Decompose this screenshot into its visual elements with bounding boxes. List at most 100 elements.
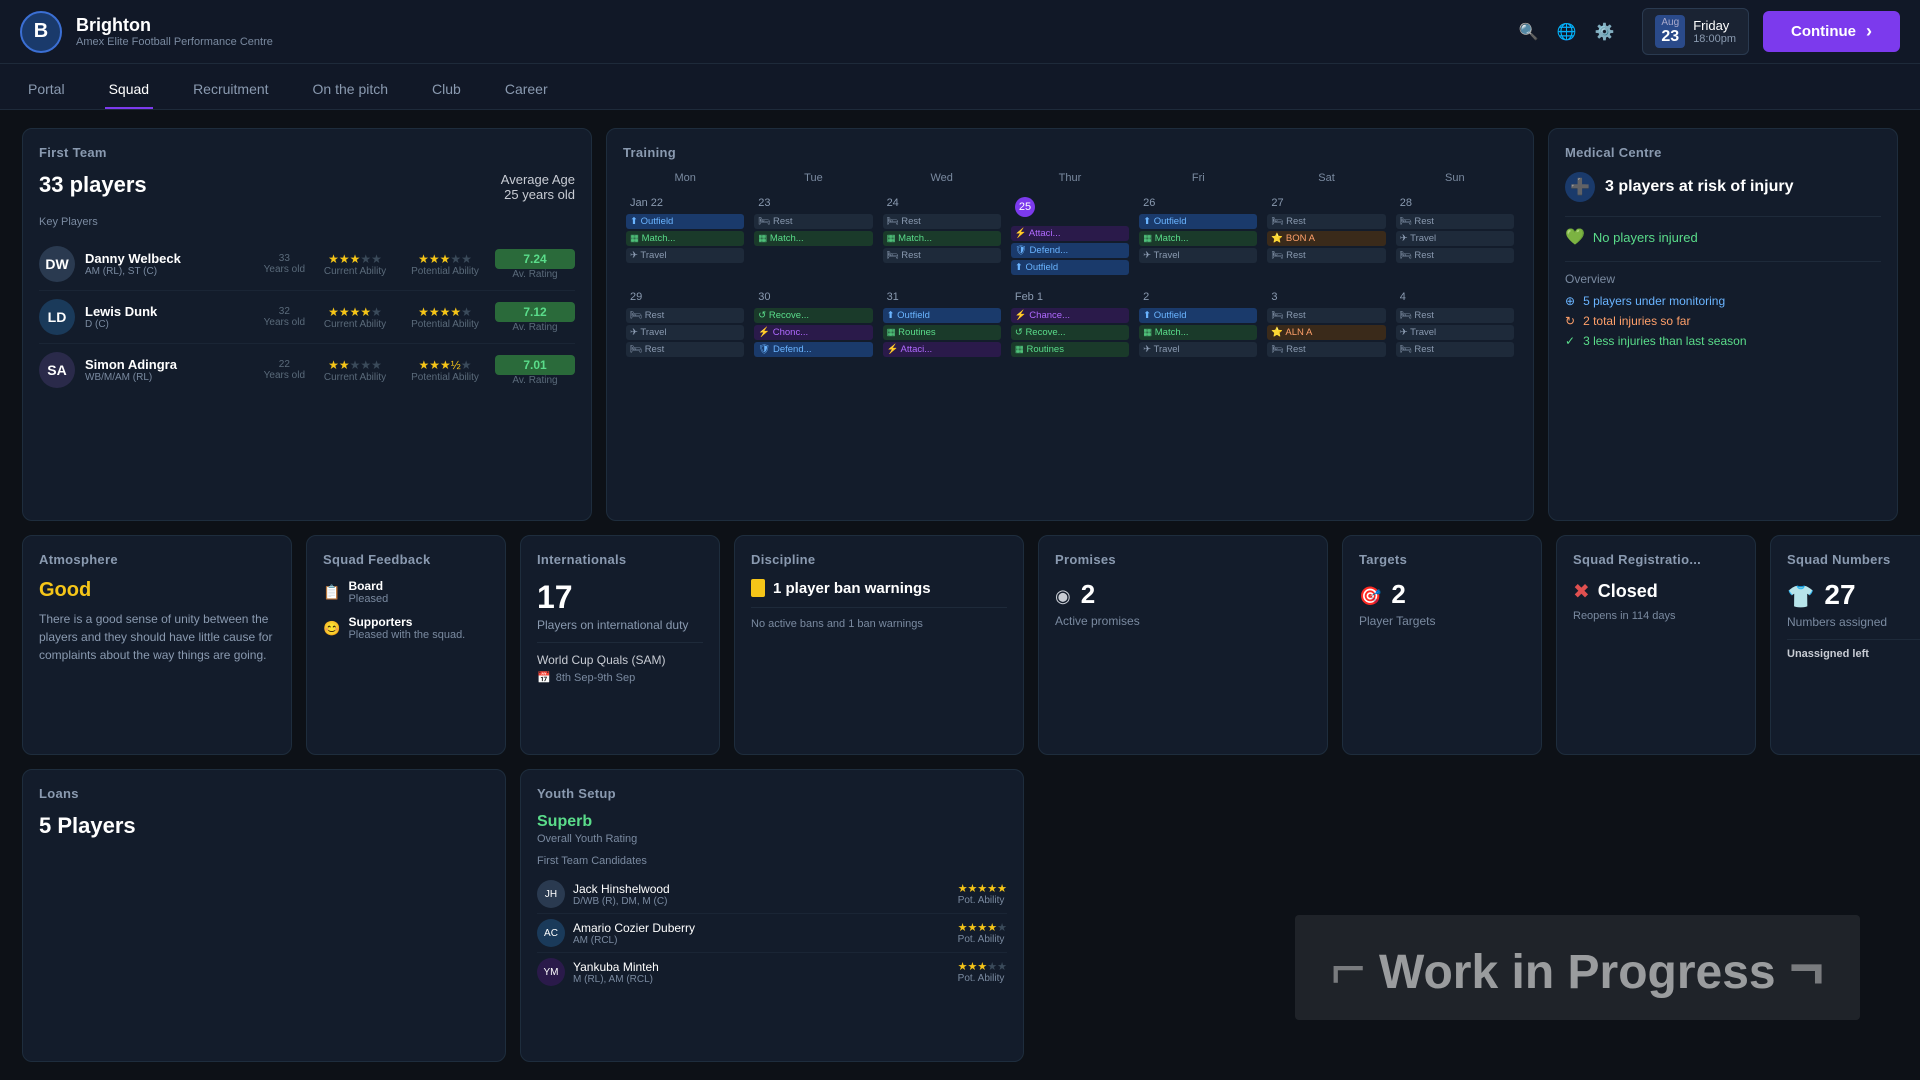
player-age: 32 Years old xyxy=(264,306,305,328)
discipline-card: Discipline 1 player ban warnings No acti… xyxy=(734,535,1024,755)
atmosphere-rating: Good xyxy=(39,579,275,602)
potential-stars: ★★★½★ xyxy=(405,358,485,372)
youth-rating: Superb xyxy=(537,813,1007,831)
cal-item: ✈ Travel xyxy=(1139,342,1257,357)
player-row[interactable]: DW Danny Welbeck AM (RL), ST (C) 33 Year… xyxy=(39,238,575,291)
squad-registration-card: Squad Registratio... ✖ Closed Reopens in… xyxy=(1556,535,1756,755)
yellow-card-icon xyxy=(751,579,765,597)
youth-player-name: Yankuba Minteh xyxy=(573,960,950,974)
cal-date: 23 xyxy=(754,196,872,210)
nav-recruitment[interactable]: Recruitment xyxy=(189,71,272,109)
search-icon[interactable]: 🔍 xyxy=(1519,22,1539,42)
youth-player-row[interactable]: JH Jack Hinshelwood D/WB (R), DM, M (C) … xyxy=(537,875,1007,914)
youth-player-row[interactable]: YM Yankuba Minteh M (RL), AM (RCL) ★★★★★… xyxy=(537,953,1007,991)
cal-day: 31 ⬆ Outfield ▦ Routines ⚡ Attaci... xyxy=(880,286,1004,376)
heart-icon: 💚 xyxy=(1565,227,1585,247)
cal-day: 29 🛏 Rest ✈ Travel 🛏 Rest xyxy=(623,286,747,376)
player-avatar: SA xyxy=(39,352,75,388)
overview-item-injuries: ↻ 2 total injuries so far xyxy=(1565,314,1881,328)
nav-portal[interactable]: Portal xyxy=(24,71,69,109)
cal-item: ✈ Travel xyxy=(626,248,744,263)
cal-item: ✈ Travel xyxy=(1396,325,1514,340)
cal-item: 🛏 Rest xyxy=(626,342,744,357)
cal-item: ⚡ Chonc... xyxy=(754,325,872,340)
cal-item: ↺ Recove... xyxy=(1011,325,1129,340)
key-players-label: Key Players xyxy=(39,216,575,228)
avg-age-label: Average Age xyxy=(501,172,575,187)
cal-date: 29 xyxy=(626,290,744,304)
cal-header-fri: Fri xyxy=(1136,172,1260,188)
current-ability: ★★★★★ Current Ability xyxy=(315,252,395,277)
main-nav: Portal Squad Recruitment On the pitch Cl… xyxy=(0,64,1920,110)
cal-item: ▦ Match... xyxy=(1139,231,1257,246)
cal-date: 30 xyxy=(754,290,872,304)
cal-item: 🛏 Rest xyxy=(1267,308,1385,323)
nav-club[interactable]: Club xyxy=(428,71,465,109)
cal-item: ⬆ Outfield xyxy=(626,214,744,229)
first-team-title: First Team xyxy=(39,145,575,160)
atmosphere-card: Atmosphere Good There is a good sense of… xyxy=(22,535,292,755)
cal-item: ▦ Routines xyxy=(1011,342,1129,357)
youth-pot-label: Pot. Ability xyxy=(958,973,1007,984)
cal-item: ⬆ Outfield xyxy=(1011,260,1129,275)
disc-warning-text: 1 player ban warnings xyxy=(773,580,931,597)
club-info: Brighton Amex Elite Football Performance… xyxy=(76,15,1505,48)
promises-count: 2 xyxy=(1081,579,1095,610)
gear-icon[interactable]: ⚙️ xyxy=(1594,22,1614,42)
cal-date: 2 xyxy=(1139,290,1257,304)
player-name: Simon Adingra xyxy=(85,357,254,372)
targets-count: 2 xyxy=(1391,579,1405,610)
comparison-icon: ✓ xyxy=(1565,334,1575,348)
youth-player-row[interactable]: AC Amario Cozier Duberry AM (RCL) ★★★★★ … xyxy=(537,914,1007,953)
cal-day: 30 ↺ Recove... ⚡ Chonc... 🛡 Defend... xyxy=(751,286,875,376)
supporters-status: Pleased with the squad. xyxy=(348,629,465,641)
cal-item: ⚡ Attaci... xyxy=(883,342,1001,357)
injuries-text: 2 total injuries so far xyxy=(1583,314,1690,328)
cal-day: 2 ⬆ Outfield ▦ Match... ✈ Travel xyxy=(1136,286,1260,376)
ft-header: 33 players Average Age 25 years old xyxy=(39,172,575,202)
cal-date: 26 xyxy=(1139,196,1257,210)
player-age: 33 Years old xyxy=(264,253,305,275)
cal-item: 🛡 Defend... xyxy=(754,342,872,357)
cal-item: 🛏 Rest xyxy=(1396,248,1514,263)
training-title: Training xyxy=(623,145,1517,160)
cal-day: Feb 1 ⚡ Chance... ↺ Recove... ▦ Routines xyxy=(1008,286,1132,376)
ft-player-count: 33 players xyxy=(39,172,147,198)
promise-icon: ◉ xyxy=(1055,586,1071,607)
training-card: Training Mon Tue Wed Thur Fri Sat Sun Ja… xyxy=(606,128,1534,521)
globe-icon[interactable]: 🌐 xyxy=(1557,22,1577,42)
board-status: Pleased xyxy=(348,593,388,605)
calendar-icon: 📅 xyxy=(537,671,551,684)
cal-item: ▦ Match... xyxy=(883,231,1001,246)
player-name: Lewis Dunk xyxy=(85,304,254,319)
nav-career[interactable]: Career xyxy=(501,71,552,109)
medical-title: Medical Centre xyxy=(1565,145,1881,160)
youth-avatar: YM xyxy=(537,958,565,986)
squad-numbers-content: 👕 27 xyxy=(1787,579,1920,615)
cal-date: 3 xyxy=(1267,290,1385,304)
youth-stars: ★★★★★ xyxy=(958,921,1007,934)
youth-stars-col: ★★★★★ Pot. Ability xyxy=(958,921,1007,945)
cal-item: ⭐ ALN A xyxy=(1267,325,1385,340)
potential-ability: ★★★★★ Potential Ability xyxy=(405,305,485,330)
board-label: Board xyxy=(348,579,388,593)
cal-item: ▦ Routines xyxy=(883,325,1001,340)
youth-avatar: JH xyxy=(537,880,565,908)
youth-pot-label: Pot. Ability xyxy=(958,895,1007,906)
continue-button[interactable]: Continue › xyxy=(1763,11,1900,52)
potential-stars: ★★★★★ xyxy=(405,252,485,266)
player-row[interactable]: LD Lewis Dunk D (C) 32 Years old ★★★★★ C… xyxy=(39,291,575,344)
player-age: 22 Years old xyxy=(264,359,305,381)
cal-day: Jan 22 ⬆ Outfield ▦ Match... ✈ Travel xyxy=(623,192,747,282)
youth-player-name: Amario Cozier Duberry xyxy=(573,921,950,935)
sq-count: 27 xyxy=(1824,579,1855,611)
nav-on-the-pitch[interactable]: On the pitch xyxy=(309,71,393,109)
cal-item: 🛏 Rest xyxy=(1267,342,1385,357)
player-row[interactable]: SA Simon Adingra WB/M/AM (RL) 22 Years o… xyxy=(39,344,575,396)
target-icon: 🎯 xyxy=(1359,586,1381,607)
board-info: Board Pleased xyxy=(348,579,388,605)
avg-age-block: Average Age 25 years old xyxy=(501,172,575,202)
cal-date: 4 xyxy=(1396,290,1514,304)
reg-closed: ✖ Closed xyxy=(1573,579,1739,604)
nav-squad[interactable]: Squad xyxy=(105,71,153,109)
